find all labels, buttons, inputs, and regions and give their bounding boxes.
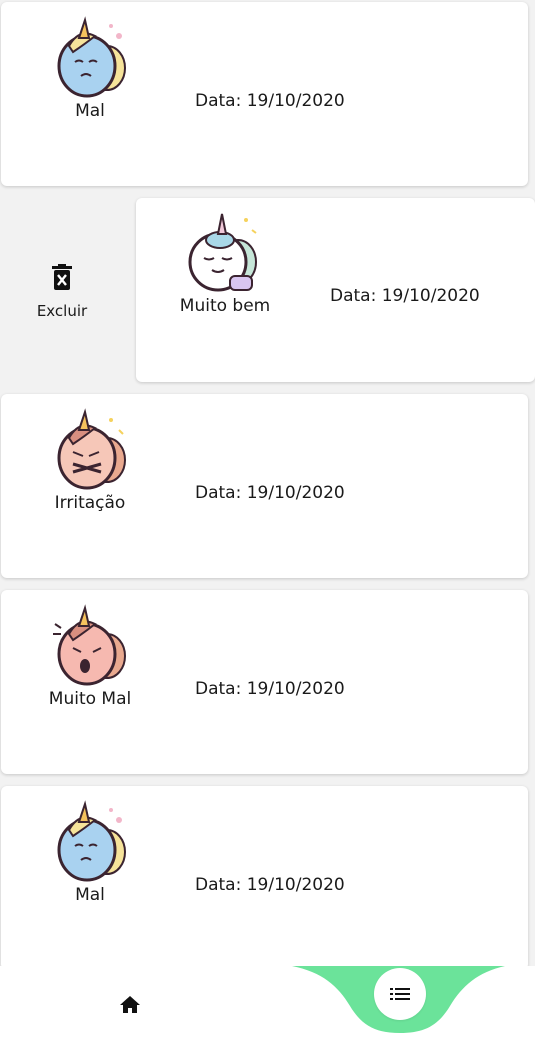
unicorn-sad-icon [49,800,133,884]
home-icon [120,996,140,1013]
entry-date: Data: 19/10/2020 [195,875,345,895]
list-icon [390,988,410,1000]
trash-icon [52,264,72,290]
nav-active-indicator [292,966,505,1033]
unicorn-happy-icon [182,210,266,294]
mood-entry-card[interactable]: Muito Mal Data: 19/10/2020 [1,590,528,774]
unicorn-irritated-icon [49,408,133,492]
delete-label: Excluir [36,302,88,320]
nav-home-button[interactable] [116,991,144,1017]
entry-date: Data: 19/10/2020 [330,286,480,306]
mood-label: Mal [75,885,105,905]
mood-entry-card[interactable]: Irritação Data: 19/10/2020 [1,394,528,578]
entry-date: Data: 19/10/2020 [195,679,345,699]
mood-entry-card[interactable]: Mal Data: 19/10/2020 [1,2,528,186]
entry-date: Data: 19/10/2020 [195,91,345,111]
unicorn-crying-icon [49,604,133,688]
mood-entry-card[interactable]: Mal Data: 19/10/2020 [1,786,528,970]
unicorn-sad-icon [49,16,133,100]
mood-label: Muito bem [179,296,271,316]
bottom-navigation [0,966,535,1041]
delete-entry-button[interactable]: Excluir [22,264,102,324]
mood-label: Mal [75,101,105,121]
mood-label: Irritação [54,493,126,513]
mood-entry-card-swiped[interactable]: Muito bem Data: 19/10/2020 [136,198,535,382]
mood-label: Muito Mal [48,689,132,709]
entry-date: Data: 19/10/2020 [195,483,345,503]
nav-list-button[interactable] [374,968,426,1020]
